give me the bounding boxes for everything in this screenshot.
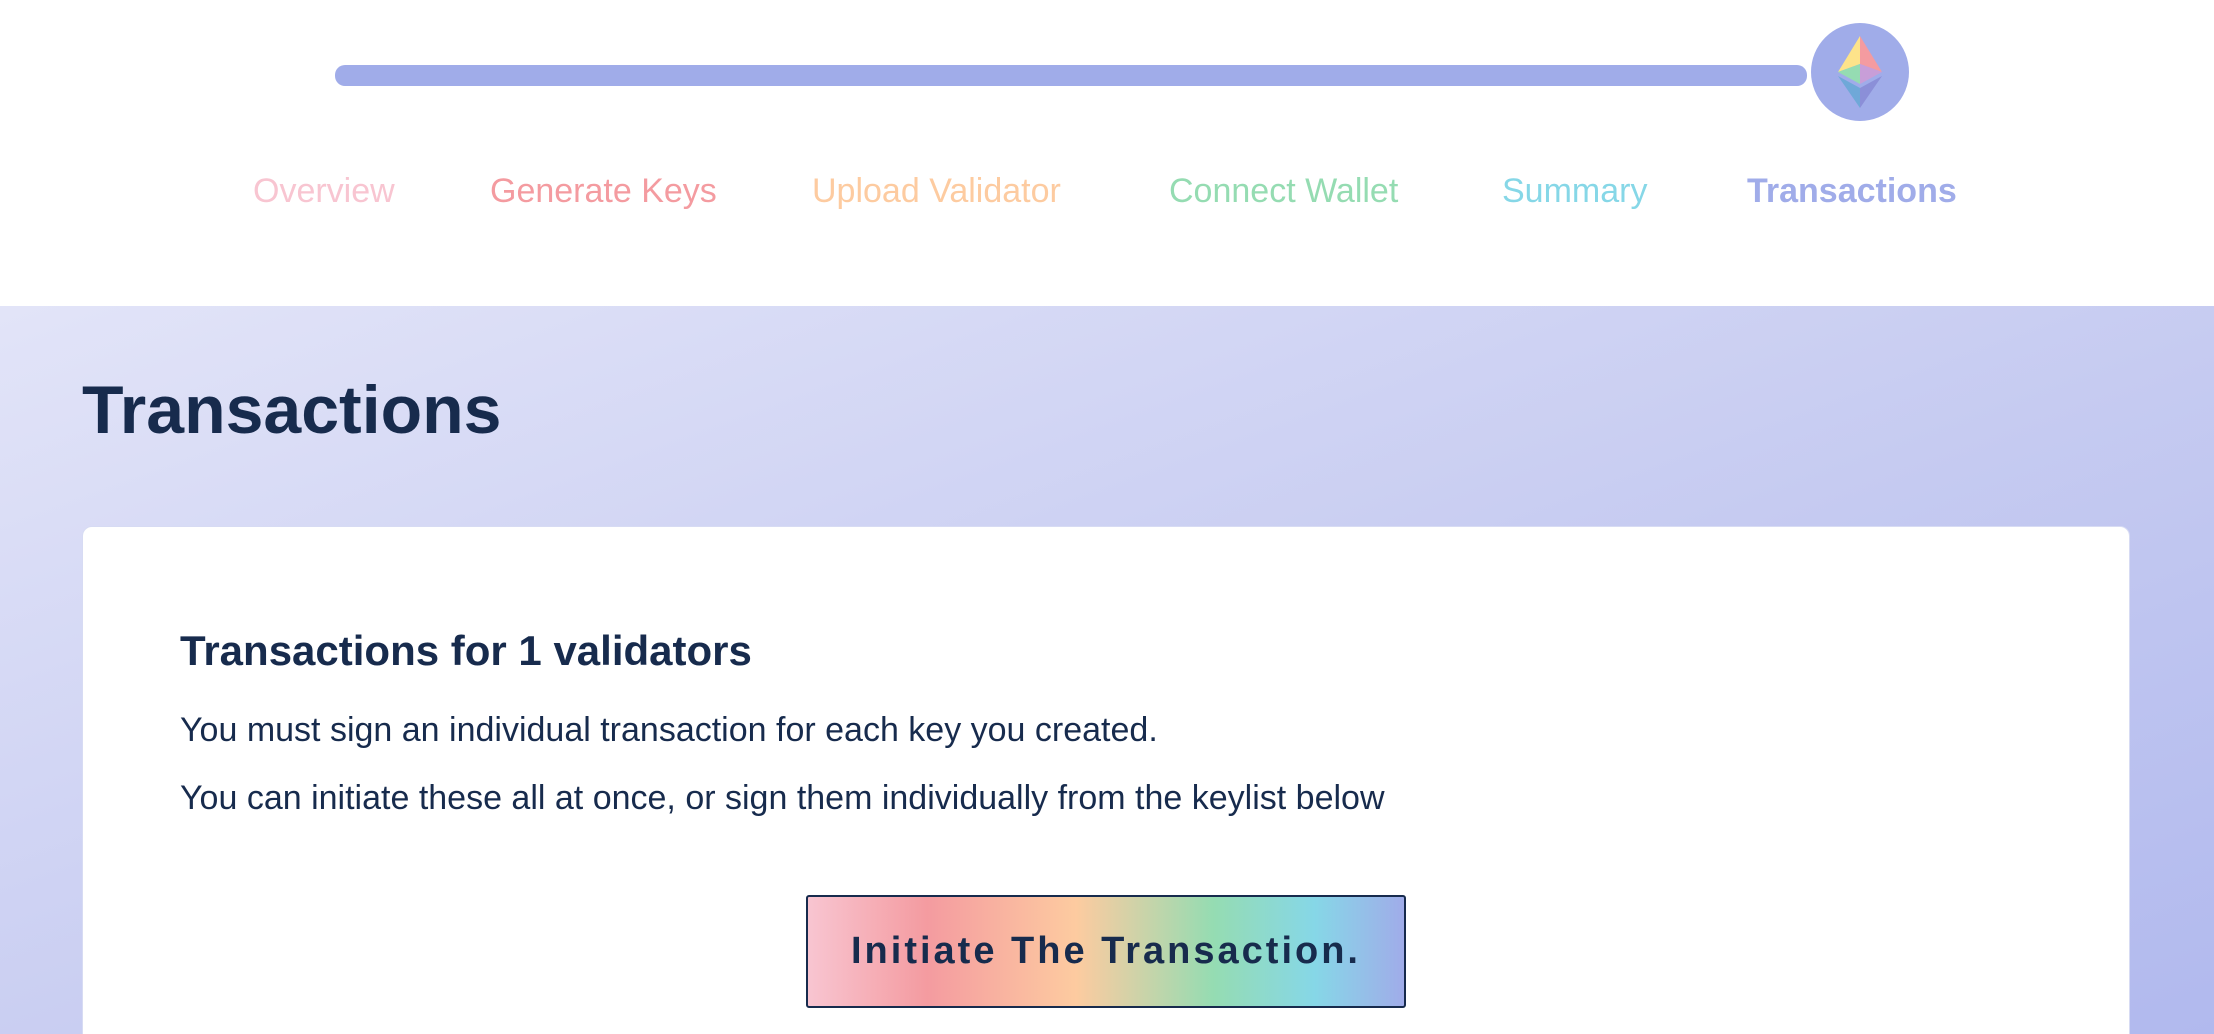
card-heading: Transactions for 1 validators (180, 627, 752, 674)
progress-bar (335, 65, 1807, 86)
page-title: Transactions (82, 372, 502, 448)
step-transactions[interactable]: Transactions (1747, 168, 1957, 214)
progress-header: Overview Generate Keys Upload Validator … (0, 0, 2214, 306)
step-generate-keys[interactable]: Generate Keys (490, 168, 717, 214)
main-content: Transactions Transactions for 1 validato… (0, 306, 2214, 1034)
transactions-card: Transactions for 1 validators You must s… (82, 526, 2130, 1034)
instruction-text: You must sign an individual transaction … (180, 711, 1158, 749)
initiate-transaction-button[interactable]: Initiate The Transaction. (806, 895, 1406, 1008)
step-upload-validator[interactable]: Upload Validator (812, 168, 1061, 214)
step-summary[interactable]: Summary (1502, 168, 1647, 214)
step-overview[interactable]: Overview (253, 168, 395, 214)
step-connect-wallet[interactable]: Connect Wallet (1169, 168, 1398, 214)
step-nav: Overview Generate Keys Upload Validator … (0, 168, 2214, 214)
instruction-text-secondary: You can initiate these all at once, or s… (180, 779, 1385, 817)
ethereum-badge (1811, 23, 1909, 121)
